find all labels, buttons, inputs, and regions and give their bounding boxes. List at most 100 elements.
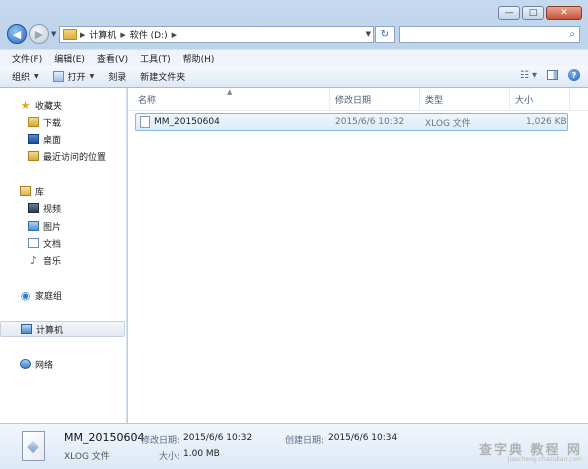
minimize-button[interactable]: —	[498, 6, 520, 20]
nav-desktop[interactable]: 桌面	[0, 131, 125, 147]
navigation-pane: ★ 收藏夹 下载 桌面 最近访问的位置 库 视频 图片 文档 ♪ 音乐 ◉ 家庭…	[0, 88, 127, 423]
file-row[interactable]: MM_20150604 2015/6/6 10:32 XLOG 文件 1,026…	[135, 113, 568, 131]
column-label: 类型	[425, 95, 444, 106]
column-type[interactable]: 类型	[420, 88, 510, 110]
nav-libraries[interactable]: 库	[0, 183, 125, 199]
menu-help[interactable]: 帮助(H)	[183, 52, 215, 65]
breadcrumb-label: 计算机	[89, 31, 117, 41]
command-bar: 组织 ▼ 打开 ▼ 刻录 新建文件夹 ☷ ▾ ?	[0, 66, 588, 88]
menu-file[interactable]: 文件(F)	[12, 52, 42, 65]
column-size[interactable]: 大小	[510, 88, 570, 110]
maximize-button[interactable]: □	[522, 6, 544, 20]
file-icon	[140, 116, 150, 128]
address-bar[interactable]: ▶ 计算机 ▶ 软件 (D:) ▶ ▼	[59, 26, 374, 43]
star-icon: ★	[20, 98, 31, 112]
downloads-folder-icon	[28, 117, 39, 127]
refresh-button[interactable]: ↻	[375, 26, 395, 43]
nav-downloads[interactable]: 下载	[0, 114, 125, 130]
nav-network[interactable]: 网络	[0, 356, 125, 372]
nav-computer[interactable]: 计算机	[0, 321, 125, 337]
details-pane: MM_20150604 XLOG 文件 修改日期: 2015/6/6 10:32…	[0, 423, 588, 469]
column-modified[interactable]: 修改日期	[330, 88, 420, 110]
nav-label: 最近访问的位置	[43, 152, 107, 163]
change-view-icon[interactable]: ☷ ▾	[520, 70, 537, 81]
menu-bar: 文件(F) 编辑(E) 查看(V) 工具(T) 帮助(H)	[0, 49, 588, 66]
sort-ascending-icon: ▲	[227, 88, 233, 96]
column-label: 修改日期	[335, 95, 372, 106]
open-label: 打开	[67, 73, 86, 83]
computer-icon	[21, 324, 32, 334]
burn-button[interactable]: 刻录	[101, 68, 133, 86]
nav-label: 音乐	[43, 256, 62, 267]
nav-homegroup[interactable]: ◉ 家庭组	[0, 287, 125, 303]
explorer-window: — □ ✕ ◀ ▶ ▼ ▶ 计算机 ▶ 软件 (D:) ▶ ▼ ↻ ⌕ 文件(F…	[0, 0, 588, 469]
file-list: 名称 ▲ 修改日期 类型 大小 MM_20150604 2015/6/6 10:…	[128, 88, 588, 423]
folder-icon	[63, 29, 77, 40]
recent-places-icon	[28, 151, 39, 161]
burn-label: 刻录	[108, 73, 127, 83]
file-type-cell: XLOG 文件	[425, 118, 471, 129]
chevron-right-icon[interactable]: ▶	[172, 31, 177, 39]
window-controls: — □ ✕	[498, 6, 582, 20]
column-label: 名称	[138, 95, 157, 106]
homegroup-icon: ◉	[20, 288, 31, 302]
close-button[interactable]: ✕	[546, 6, 582, 20]
library-icon	[20, 186, 31, 196]
open-button[interactable]: 打开 ▼	[46, 68, 102, 86]
help-icon[interactable]: ?	[568, 69, 580, 81]
nav-label: 计算机	[36, 325, 64, 336]
file-size-cell: 1,026 KB	[526, 117, 567, 127]
menu-edit[interactable]: 编辑(E)	[54, 52, 85, 65]
recent-pages-dropdown[interactable]: ▼	[51, 30, 56, 38]
column-label: 大小	[515, 95, 534, 106]
column-header-row: 名称 ▲ 修改日期 类型 大小	[128, 88, 588, 111]
desktop-icon	[28, 134, 39, 144]
new-folder-button[interactable]: 新建文件夹	[133, 68, 192, 86]
search-icon[interactable]: ⌕	[569, 29, 575, 40]
new-folder-label: 新建文件夹	[140, 73, 186, 83]
documents-library-icon	[28, 238, 39, 248]
details-modified-value: 2015/6/6 10:32	[183, 433, 253, 443]
nav-label: 库	[35, 187, 45, 198]
breadcrumb-label: 软件 (D:)	[129, 31, 168, 41]
details-created-label: 创建日期:	[285, 436, 325, 446]
navigation-bar: ◀ ▶ ▼ ▶ 计算机 ▶ 软件 (D:) ▶ ▼ ↻ ⌕	[0, 22, 588, 48]
pictures-library-icon	[28, 221, 39, 231]
file-name-cell: MM_20150604	[140, 114, 220, 130]
details-created-value: 2015/6/6 10:34	[328, 433, 398, 443]
address-dropdown-icon[interactable]: ▼	[366, 30, 371, 38]
menu-tools[interactable]: 工具(T)	[140, 52, 171, 65]
nav-label: 收藏夹	[35, 101, 63, 112]
nav-recent-places[interactable]: 最近访问的位置	[0, 148, 125, 164]
nav-label: 图片	[43, 222, 62, 233]
details-file-name: MM_20150604	[64, 431, 145, 444]
nav-label: 桌面	[43, 135, 62, 146]
nav-favorites[interactable]: ★ 收藏夹	[0, 97, 125, 113]
back-button[interactable]: ◀	[7, 24, 27, 44]
video-library-icon	[28, 203, 39, 213]
chevron-right-icon[interactable]: ▶	[120, 31, 125, 39]
preview-pane-icon[interactable]	[547, 70, 558, 80]
title-bar: — □ ✕	[0, 0, 588, 22]
toolbar-right-group: ☷ ▾ ?	[520, 69, 580, 81]
file-name: MM_20150604	[154, 117, 220, 127]
menu-view[interactable]: 查看(V)	[97, 52, 128, 65]
nav-videos[interactable]: 视频	[0, 200, 125, 216]
nav-pictures[interactable]: 图片	[0, 218, 125, 234]
nav-label: 视频	[43, 204, 62, 215]
chevron-down-icon: ▼	[89, 73, 95, 80]
watermark-url: jiaocheng.chazidian.com	[507, 456, 582, 463]
nav-music[interactable]: ♪ 音乐	[0, 252, 125, 268]
chevron-down-icon: ▼	[34, 73, 39, 80]
open-icon	[52, 71, 64, 82]
breadcrumb-item[interactable]: 计算机 ▶	[85, 28, 125, 42]
nav-label: 家庭组	[35, 291, 63, 302]
nav-label: 下载	[43, 118, 62, 129]
forward-button[interactable]: ▶	[29, 24, 49, 44]
nav-documents[interactable]: 文档	[0, 235, 125, 251]
file-thumbnail-icon	[22, 431, 45, 461]
search-input[interactable]: ⌕	[399, 26, 580, 43]
music-note-icon: ♪	[29, 253, 38, 267]
breadcrumb-item[interactable]: 软件 (D:) ▶	[129, 28, 177, 42]
organize-button[interactable]: 组织 ▼	[0, 68, 46, 86]
